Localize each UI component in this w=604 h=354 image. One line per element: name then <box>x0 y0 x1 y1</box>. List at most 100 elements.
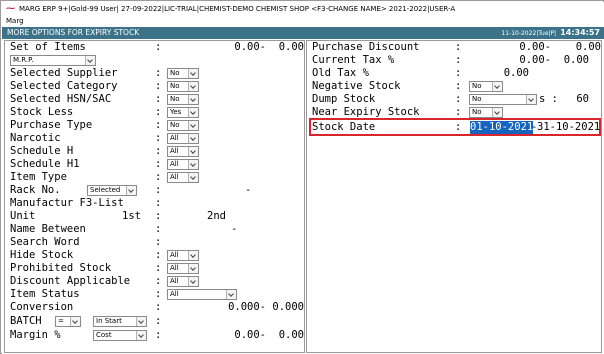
purchase-type-dropdown[interactable]: No <box>167 120 199 131</box>
purchase-type-label: Purchase Type <box>10 119 93 131</box>
current-tax-from[interactable]: 0.00- <box>519 54 551 67</box>
colon: : <box>155 171 162 183</box>
discount-applicable-label: Discount Applicable <box>10 275 131 287</box>
schedule-h1-row: Schedule H1 : All <box>5 158 304 171</box>
selected-supplier-dropdown[interactable]: No <box>167 68 199 79</box>
item-type-dropdown[interactable]: All <box>167 172 199 183</box>
search-word-row: Search Word : <box>5 236 304 249</box>
rack-no-label: Rack No. <box>10 184 61 196</box>
schedule-h1-dropdown[interactable]: All <box>167 159 199 170</box>
stock-less-label: Stock Less <box>10 106 74 118</box>
discount-applicable-dropdown[interactable]: All <box>167 276 199 287</box>
purchase-discount-label: Purchase Discount <box>312 41 420 53</box>
current-time: 14:34:57 <box>560 28 600 37</box>
stock-less-dropdown[interactable]: Yes <box>167 107 199 118</box>
chevron-down-icon <box>188 82 198 91</box>
purchase-discount-to[interactable]: 0.00 <box>576 41 601 54</box>
schedule-h-row: Schedule H : All <box>5 145 304 158</box>
schedule-h1-label: Schedule H1 <box>10 158 80 170</box>
schedule-h1-value: All <box>170 160 179 168</box>
purchase-type-value: No <box>170 121 180 129</box>
hide-stock-label: Hide Stock <box>10 249 74 261</box>
batch-match-dropdown[interactable]: In Start <box>93 316 147 327</box>
batch-operator-value: = <box>58 317 64 325</box>
left-options-panel: Set of Items : 0.00- 0.00 M.R.P. Selecte… <box>4 40 305 353</box>
item-status-dropdown[interactable]: All <box>167 289 237 300</box>
old-tax-value[interactable]: 0.00 <box>504 67 529 80</box>
name-between-row: Name Between : - <box>5 223 304 236</box>
colon: : <box>155 288 162 300</box>
menu-marg[interactable]: Marg <box>6 17 24 25</box>
selected-category-dropdown[interactable]: No <box>167 81 199 92</box>
prohibited-stock-row: Prohibited Stock : All <box>5 262 304 275</box>
purchase-discount-from[interactable]: 0.00- <box>519 41 551 54</box>
near-expiry-dropdown[interactable]: No <box>469 107 503 118</box>
menu-bar: Marg <box>2 15 604 27</box>
unit-second[interactable]: 2nd <box>207 210 226 223</box>
dump-stock-dropdown[interactable]: No <box>469 94 537 105</box>
narcotic-value: All <box>170 134 179 142</box>
margin-basis-value: Cost <box>96 331 112 339</box>
dump-stock-value: No <box>472 95 482 103</box>
purchase-discount-row: Purchase Discount : 0.00- 0.00 <box>307 41 601 54</box>
narcotic-dropdown[interactable]: All <box>167 133 199 144</box>
chevron-down-icon <box>188 121 198 130</box>
current-tax-to[interactable]: 0.00 <box>564 54 589 67</box>
discount-applicable-row: Discount Applicable : All <box>5 275 304 288</box>
negative-stock-label: Negative Stock <box>312 80 401 92</box>
rack-no-dropdown[interactable]: Selected <box>87 185 137 196</box>
conversion-from[interactable]: 0.000- <box>228 301 266 314</box>
hide-stock-value: All <box>170 251 179 259</box>
margin-basis-dropdown[interactable]: Cost <box>93 330 147 341</box>
selected-category-row: Selected Category : No <box>5 80 304 93</box>
set-of-items-from[interactable]: 0.00- <box>234 41 266 54</box>
options-content: Set of Items : 0.00- 0.00 M.R.P. Selecte… <box>2 39 604 354</box>
batch-operator-dropdown[interactable]: = <box>55 316 81 327</box>
chevron-down-icon <box>492 82 502 91</box>
chevron-down-icon <box>188 108 198 117</box>
chevron-down-icon <box>188 134 198 143</box>
right-options-panel: Purchase Discount : 0.00- 0.00 Current T… <box>306 40 602 353</box>
stock-date-from-input[interactable]: 01-10-2021 <box>470 121 534 134</box>
narcotic-label: Narcotic <box>10 132 61 144</box>
name-between-label: Name Between <box>10 223 86 235</box>
item-status-value: All <box>170 290 179 298</box>
name-between-dash: - <box>231 223 238 235</box>
current-tax-label: Current Tax % <box>312 54 395 66</box>
colon: : <box>155 145 162 157</box>
colon: : <box>155 262 162 274</box>
old-tax-label: Old Tax % <box>312 67 369 79</box>
stock-date-to-input[interactable]: 31-10-2021 <box>537 121 600 134</box>
colon: : <box>155 329 162 341</box>
negative-stock-dropdown[interactable]: No <box>469 81 503 92</box>
prohibited-stock-dropdown[interactable]: All <box>167 263 199 274</box>
negative-stock-row: Negative Stock : No <box>307 80 601 93</box>
set-of-items-dropdown[interactable]: M.R.P. <box>10 55 96 66</box>
negative-stock-value: No <box>472 82 482 90</box>
margin-from[interactable]: 0.00- <box>234 329 266 342</box>
chevron-down-icon <box>136 317 146 326</box>
selected-hsn-label: Selected HSN/SAC <box>10 93 112 105</box>
schedule-h-dropdown[interactable]: All <box>167 146 199 157</box>
search-word-label: Search Word <box>10 236 80 248</box>
hide-stock-dropdown[interactable]: All <box>167 250 199 261</box>
colon: : <box>155 67 162 79</box>
unit-row: Unit 1st : 2nd <box>5 210 304 223</box>
conversion-to[interactable]: 0.000 <box>272 301 304 314</box>
conversion-label: Conversion <box>10 301 74 313</box>
colon: : <box>155 184 162 196</box>
set-of-items-type-row: M.R.P. <box>5 54 304 67</box>
selected-hsn-dropdown[interactable]: No <box>167 94 199 105</box>
chevron-down-icon <box>188 147 198 156</box>
chevron-down-icon <box>188 277 198 286</box>
current-tax-row: Current Tax % : 0.00- 0.00 <box>307 54 601 67</box>
chevron-down-icon <box>188 69 198 78</box>
marg-logo-icon: ⁓ <box>6 3 15 14</box>
dump-stock-days[interactable]: 60 <box>576 93 589 106</box>
colon: : <box>155 93 162 105</box>
unit-first[interactable]: 1st <box>122 210 141 223</box>
colon: : <box>455 121 462 133</box>
set-of-items-to[interactable]: 0.00 <box>279 41 304 54</box>
colon: : <box>455 93 462 105</box>
margin-to[interactable]: 0.00 <box>279 329 304 342</box>
